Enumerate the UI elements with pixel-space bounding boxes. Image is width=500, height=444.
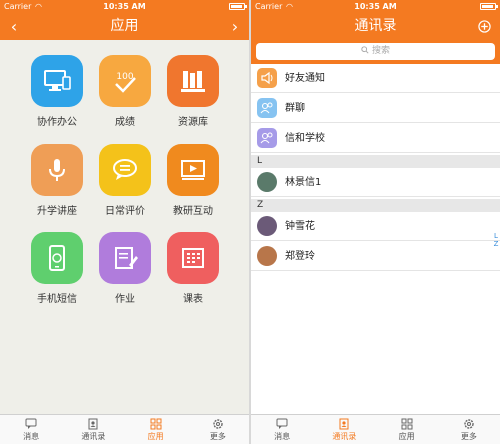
sms-phone-icon — [31, 232, 83, 284]
apps-screen: Carrier ◠ 10:35 AM ‹ 应用 › 协作办公 100 成绩 资源… — [0, 0, 249, 444]
tab-label: 通讯录 — [81, 432, 106, 441]
contact-name: 群聊 — [285, 103, 305, 114]
section-header-z: Z — [251, 199, 500, 212]
gear-icon — [464, 419, 474, 429]
search-icon — [361, 46, 369, 54]
app-teaching-research[interactable]: 教研互动 — [153, 144, 233, 217]
status-bar: Carrier ◠ 10:35 AM — [0, 0, 249, 13]
forward-chevron-icon[interactable]: › — [225, 13, 245, 40]
tab-apps[interactable]: 应用 — [125, 415, 187, 444]
message-icon — [25, 418, 37, 429]
tab-contacts[interactable]: 通讯录 — [313, 415, 375, 444]
contact-name: 郑登玲 — [285, 251, 315, 262]
tab-label: 消息 — [274, 432, 291, 441]
apps-grid-icon — [401, 418, 413, 430]
tab-bar: 消息 通讯录 应用 更多 — [251, 414, 500, 444]
plus-circle-icon — [477, 20, 491, 33]
search-input[interactable]: 搜索 — [256, 43, 495, 60]
contacts-icon — [88, 418, 98, 430]
alphabet-index[interactable]: L Z — [492, 232, 500, 248]
tab-label: 应用 — [147, 432, 164, 441]
list-item-contact[interactable]: 郑登玲 — [251, 242, 500, 271]
apps-grid-icon — [150, 418, 162, 430]
contact-name: 好友通知 — [285, 73, 325, 84]
page-title: 应用 — [110, 18, 139, 34]
tab-more[interactable]: 更多 — [438, 415, 500, 444]
list-item-contact[interactable]: 钟雪花 — [251, 212, 500, 241]
gear-icon — [213, 419, 223, 429]
tab-messages[interactable]: 消息 — [0, 415, 62, 444]
battery-icon — [480, 3, 498, 10]
contact-name: 钟雪花 — [285, 221, 315, 232]
contacts-screen: Carrier ◠ 10:35 AM 通讯录 搜索 好友通知 群聊 信和学校 L… — [251, 0, 500, 444]
chat-bubble-icon — [99, 144, 151, 196]
speaker-icon — [257, 68, 277, 88]
list-item-friend-notification[interactable]: 好友通知 — [251, 64, 500, 93]
contacts-icon — [339, 418, 349, 430]
list-item-school[interactable]: 信和学校 — [251, 124, 500, 153]
add-contact-button[interactable] — [474, 13, 494, 40]
app-timetable[interactable]: 课表 — [153, 232, 233, 305]
app-resource-library[interactable]: 资源库 — [153, 55, 233, 128]
list-item-contact[interactable]: 林景信1 — [251, 168, 500, 197]
section-header-l: L — [251, 155, 500, 168]
avatar — [257, 246, 277, 266]
contact-name: 信和学校 — [285, 133, 325, 144]
books-icon — [167, 55, 219, 107]
tab-label: 通讯录 — [332, 432, 357, 441]
contact-name: 林景信1 — [285, 177, 322, 188]
microphone-icon — [31, 144, 83, 196]
index-letter[interactable]: Z — [492, 240, 500, 248]
list-item-group-chat[interactable]: 群聊 — [251, 94, 500, 123]
status-bar: Carrier ◠ 10:35 AM — [251, 0, 500, 13]
avatar — [257, 216, 277, 236]
score-icon: 100 — [99, 55, 151, 107]
tab-apps[interactable]: 应用 — [376, 415, 438, 444]
monitor-icon — [31, 55, 83, 107]
tab-label: 应用 — [398, 432, 415, 441]
notepad-icon — [99, 232, 151, 284]
app-label: 课表 — [183, 294, 203, 305]
tab-messages[interactable]: 消息 — [251, 415, 313, 444]
avatar — [257, 172, 277, 192]
calendar-icon — [167, 232, 219, 284]
battery-icon — [229, 3, 247, 10]
video-icon — [167, 144, 219, 196]
school-icon — [257, 128, 277, 148]
tab-bar: 消息 通讯录 应用 更多 — [0, 414, 249, 444]
search-placeholder: 搜索 — [371, 46, 390, 56]
page-title: 通讯录 — [354, 18, 397, 34]
app-label: 教研互动 — [173, 206, 213, 217]
tab-label: 更多 — [460, 432, 477, 441]
search-bar: 搜索 — [251, 40, 500, 64]
contacts-navbar: 通讯录 — [251, 13, 500, 40]
clock: 10:35 AM — [103, 2, 146, 11]
tab-label: 消息 — [23, 432, 40, 441]
message-icon — [276, 418, 288, 429]
apps-navbar: ‹ 应用 › — [0, 13, 249, 40]
tab-more[interactable]: 更多 — [187, 415, 249, 444]
tab-contacts[interactable]: 通讯录 — [62, 415, 124, 444]
index-letter[interactable]: L — [492, 232, 500, 240]
tab-label: 更多 — [209, 432, 226, 441]
group-icon — [257, 98, 277, 118]
app-label: 资源库 — [178, 117, 208, 128]
clock: 10:35 AM — [354, 2, 397, 11]
